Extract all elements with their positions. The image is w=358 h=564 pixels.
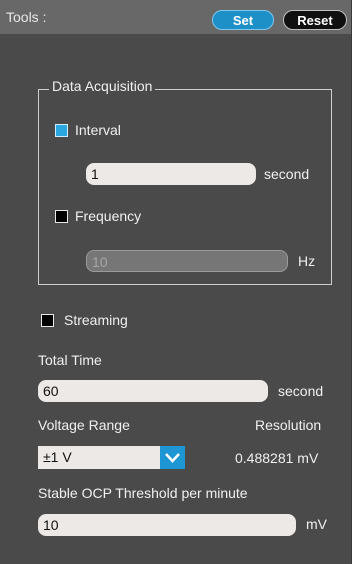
resolution-value: 0.488281 mV [235, 450, 319, 466]
streaming-checkbox[interactable] [41, 314, 54, 327]
panel-title: Tools : [6, 9, 47, 25]
interval-label: Interval [75, 122, 121, 138]
ocp-threshold-input[interactable]: 10 [38, 514, 296, 536]
panel-titlebar: Tools : Set Reset [0, 0, 351, 34]
interval-unit: second [264, 166, 310, 182]
ocp-threshold-label: Stable OCP Threshold per minute [38, 485, 248, 501]
frequency-checkbox[interactable] [55, 210, 68, 223]
total-time-unit: second [278, 383, 324, 399]
resolution-label: Resolution [255, 417, 322, 433]
data-acquisition-title: Data Acquisition [49, 78, 156, 94]
voltage-range-label: Voltage Range [38, 417, 130, 433]
streaming-label: Streaming [64, 312, 128, 328]
total-time-input[interactable]: 60 [38, 380, 268, 402]
frequency-label: Frequency [75, 208, 142, 224]
tools-panel: Tools : Set Reset Data Acquisition Inter… [0, 0, 352, 564]
dropdown-chevron-icon[interactable] [160, 446, 185, 469]
frequency-input[interactable]: 10 [86, 250, 288, 272]
reset-button[interactable]: Reset [283, 10, 347, 30]
set-button[interactable]: Set [212, 10, 274, 30]
ocp-threshold-unit: mV [306, 516, 327, 532]
interval-checkbox[interactable] [55, 124, 68, 137]
interval-input[interactable]: 1 [86, 163, 256, 185]
total-time-label: Total Time [38, 352, 102, 368]
frequency-unit: Hz [298, 253, 316, 269]
